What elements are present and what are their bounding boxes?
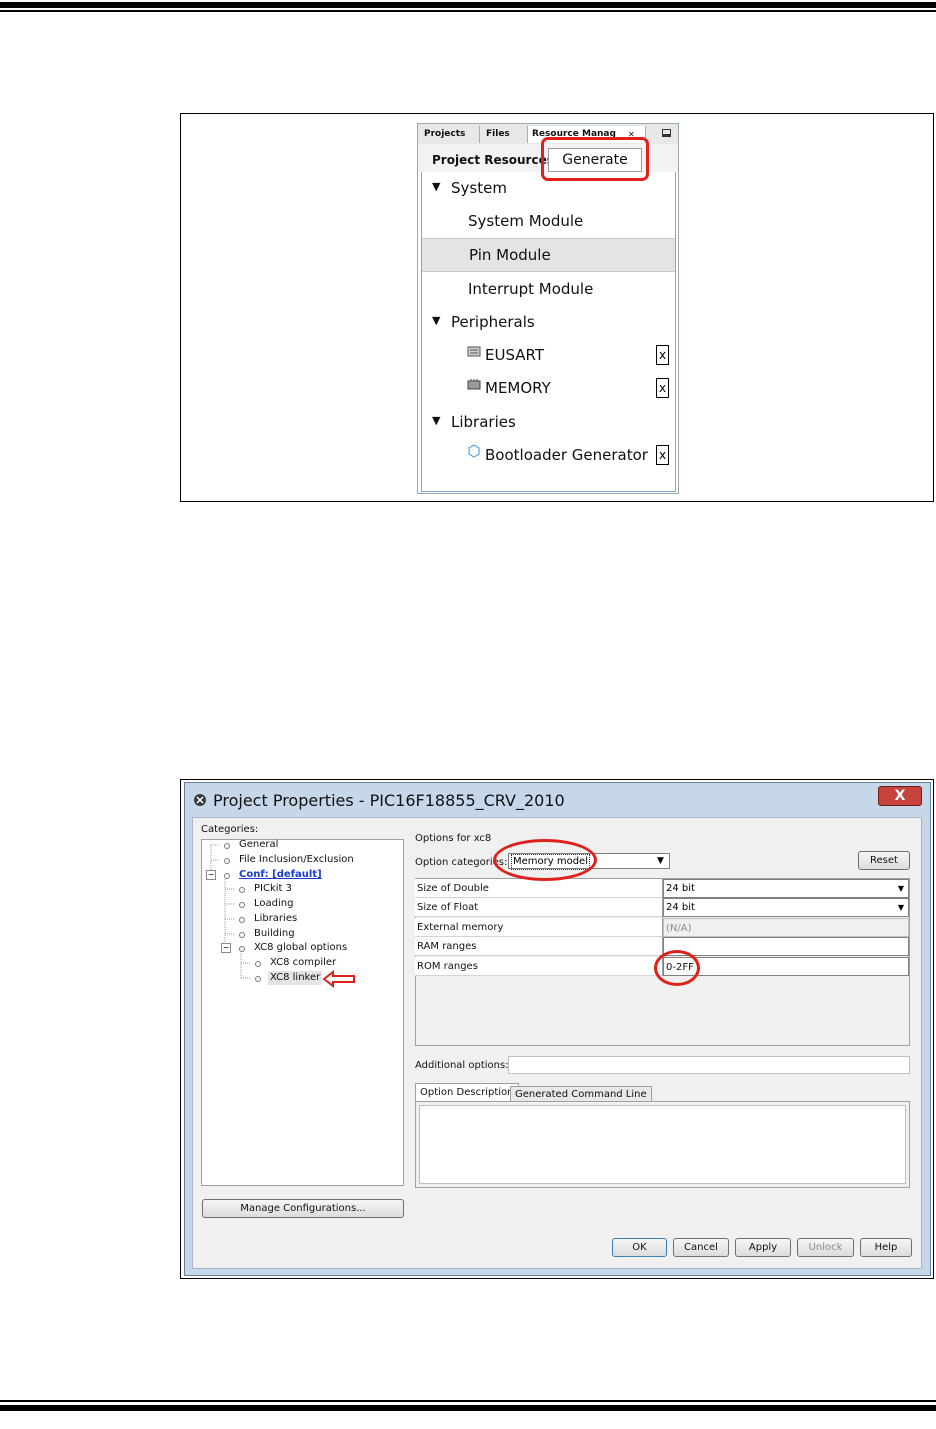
category-file-inclusion[interactable]: File Inclusion/Exclusion: [239, 853, 354, 867]
option-name-external-memory: External memory: [415, 918, 662, 937]
remove-bootloader-button[interactable]: x: [656, 445, 669, 465]
size-of-double-value: 24 bit: [666, 883, 695, 894]
ok-button[interactable]: OK: [612, 1238, 667, 1257]
node-bullet-icon: [255, 961, 261, 967]
window-title: Project Properties - PIC16F18855_CRV_201…: [213, 791, 565, 810]
bottom-rule-thick: [0, 1405, 936, 1411]
chevron-down-icon: ▼: [897, 884, 904, 893]
project-resources-label: Project Resources: [432, 153, 554, 167]
size-of-double-select[interactable]: 24 bit ▼: [663, 879, 909, 898]
additional-options-input[interactable]: [508, 1056, 910, 1074]
group-peripherals[interactable]: Peripherals: [451, 312, 535, 332]
chevron-down-icon: ▼: [657, 856, 664, 866]
arrow-left-icon: [322, 970, 355, 988]
chevron-down-icon: ▼: [897, 903, 904, 912]
ram-ranges-input[interactable]: [663, 937, 909, 956]
remove-eusart-button[interactable]: x: [656, 345, 669, 365]
size-of-float-value: 24 bit: [666, 902, 695, 913]
memory-icon: [467, 379, 481, 390]
node-bullet-icon: [239, 946, 245, 952]
categories-label: Categories:: [201, 824, 259, 835]
option-description-panel: [415, 1101, 910, 1188]
bottom-rule-thin: [0, 1400, 936, 1402]
category-conf-default[interactable]: Conf: [default]: [239, 868, 322, 882]
node-bullet-icon: [239, 887, 245, 893]
remove-memory-button[interactable]: x: [656, 378, 669, 398]
cancel-button[interactable]: Cancel: [673, 1238, 729, 1257]
options-for-label: Options for xc8: [415, 833, 492, 844]
top-rule-thick: [0, 2, 936, 8]
collapse-conf-icon[interactable]: −: [206, 870, 216, 880]
option-name-rom-ranges: ROM ranges: [415, 957, 662, 976]
node-bullet-icon: [239, 932, 245, 938]
title-bar[interactable]: Project Properties - PIC16F18855_CRV_201…: [185, 783, 930, 817]
manage-configurations-button[interactable]: Manage Configurations...: [202, 1199, 404, 1218]
category-xc8-linker[interactable]: XC8 linker: [268, 971, 323, 985]
option-name-size-of-double: Size of Double: [415, 879, 662, 898]
item-bootloader-generator[interactable]: Bootloader Generator: [485, 445, 648, 465]
category-xc8-global[interactable]: XC8 global options: [254, 941, 347, 955]
node-bullet-icon: [239, 917, 245, 923]
item-eusart[interactable]: EUSART: [485, 345, 544, 365]
generate-highlight-box: [541, 137, 649, 181]
tab-files[interactable]: Files: [482, 126, 528, 143]
category-general[interactable]: General: [239, 838, 278, 852]
item-memory[interactable]: MEMORY: [485, 378, 551, 398]
eusart-icon: [467, 346, 481, 357]
expand-libraries-icon[interactable]: ▼: [432, 414, 440, 427]
category-loading[interactable]: Loading: [254, 897, 293, 911]
expand-system-icon[interactable]: ▼: [432, 180, 440, 193]
category-xc8-compiler[interactable]: XC8 compiler: [270, 956, 336, 970]
item-pin-module[interactable]: Pin Module: [469, 245, 551, 265]
node-bullet-icon: [224, 843, 230, 849]
memory-model-highlight-ellipse: [493, 839, 597, 881]
category-pickit3[interactable]: PICkit 3: [254, 882, 292, 896]
unlock-button[interactable]: Unlock: [797, 1238, 854, 1257]
top-rule-thin: [0, 10, 936, 12]
option-name-size-of-float: Size of Float: [415, 898, 662, 917]
category-building[interactable]: Building: [254, 927, 295, 941]
option-description-text: [419, 1105, 906, 1184]
node-bullet-icon: [255, 976, 261, 982]
minimize-icon[interactable]: [662, 129, 671, 137]
expand-peripherals-icon[interactable]: ▼: [432, 314, 440, 327]
collapse-xc8-icon[interactable]: −: [221, 943, 231, 953]
tab-projects[interactable]: Projects: [420, 126, 480, 143]
node-bullet-icon: [239, 902, 245, 908]
node-bullet-icon: [224, 858, 230, 864]
item-system-module[interactable]: System Module: [468, 211, 583, 231]
group-libraries[interactable]: Libraries: [451, 412, 516, 432]
additional-options-label: Additional options:: [415, 1060, 509, 1071]
app-icon: [194, 794, 206, 806]
option-name-ram-ranges: RAM ranges: [415, 937, 662, 956]
size-of-float-select[interactable]: 24 bit ▼: [663, 898, 909, 917]
rom-ranges-highlight-ellipse: [654, 950, 700, 986]
external-memory-value: (N/A): [663, 918, 909, 937]
window-close-button[interactable]: X: [878, 786, 922, 806]
node-bullet-icon: [224, 873, 230, 879]
help-button[interactable]: Help: [860, 1238, 912, 1257]
library-hexagon-icon: [468, 444, 480, 458]
apply-button[interactable]: Apply: [735, 1238, 791, 1257]
item-interrupt-module[interactable]: Interrupt Module: [468, 279, 593, 299]
reset-button[interactable]: Reset: [858, 851, 910, 870]
group-system[interactable]: System: [451, 178, 507, 198]
category-libraries[interactable]: Libraries: [254, 912, 297, 926]
